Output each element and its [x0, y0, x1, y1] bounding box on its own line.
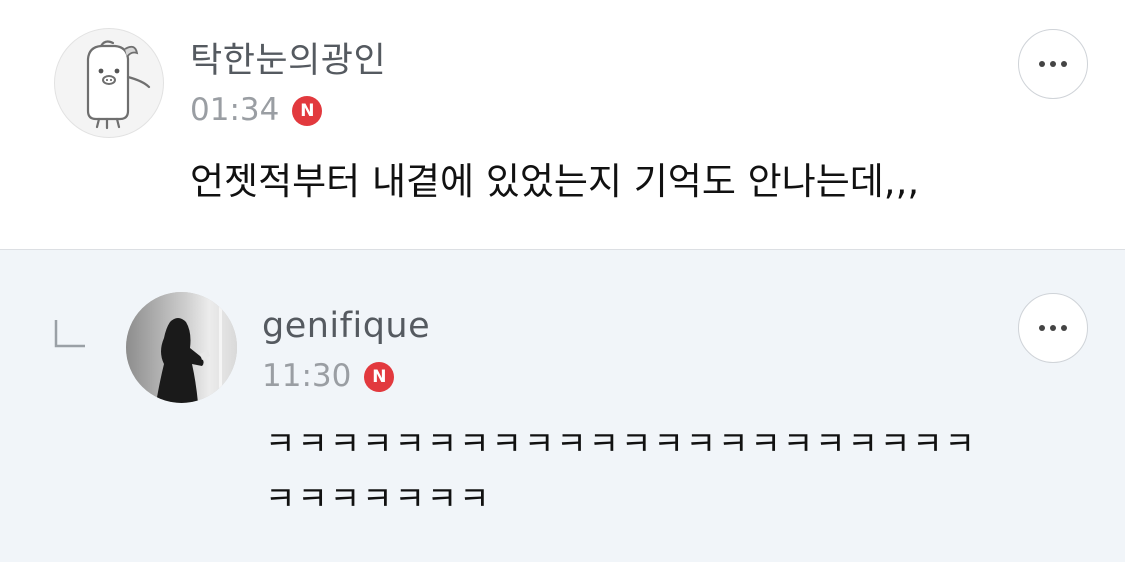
- more-options-button[interactable]: [1018, 29, 1088, 99]
- more-options-dot: [1050, 61, 1056, 67]
- comment-time: 01:34: [190, 92, 280, 128]
- comment-text: 언젯적부터 내곁에 있었는지 기억도 안나는데,,,: [190, 160, 920, 203]
- comment-meta: 01:34 N: [190, 92, 323, 128]
- photo-avatar-icon[interactable]: [126, 292, 237, 403]
- new-badge: N: [292, 95, 323, 126]
- reply-text-line-1: ㅋㅋㅋㅋㅋㅋㅋㅋㅋㅋㅋㅋㅋㅋㅋㅋㅋㅋㅋㅋㅋㅋ: [265, 424, 977, 463]
- more-options-dot: [1050, 325, 1056, 331]
- more-options-icon: [1039, 61, 1045, 67]
- reply-text-line-2: ㅋㅋㅋㅋㅋㅋㅋ: [265, 479, 492, 518]
- reply-author[interactable]: genifique: [262, 309, 430, 344]
- more-options-dot: [1061, 61, 1067, 67]
- reply-time: 11:30: [262, 358, 352, 394]
- more-options-dot: [1061, 325, 1067, 331]
- reply-comment-item: genifique 11:30 N ㅋㅋㅋㅋㅋㅋㅋㅋㅋㅋㅋㅋㅋㅋㅋㅋㅋㅋㅋㅋㅋㅋ…: [0, 250, 1125, 562]
- comment-item: 탁한눈의광인 01:34 N 언젯적부터 내곁에 있었는지 기억도 안나는데,,…: [0, 0, 1125, 249]
- reply-more-options-button[interactable]: [1018, 293, 1088, 363]
- reply-arrow-icon: [54, 320, 85, 348]
- comment-author[interactable]: 탁한눈의광인: [190, 44, 386, 79]
- reply-meta: 11:30 N: [262, 358, 395, 394]
- new-badge: N: [364, 361, 395, 392]
- more-options-icon: [1039, 325, 1045, 331]
- mascot-avatar-icon[interactable]: [54, 28, 164, 138]
